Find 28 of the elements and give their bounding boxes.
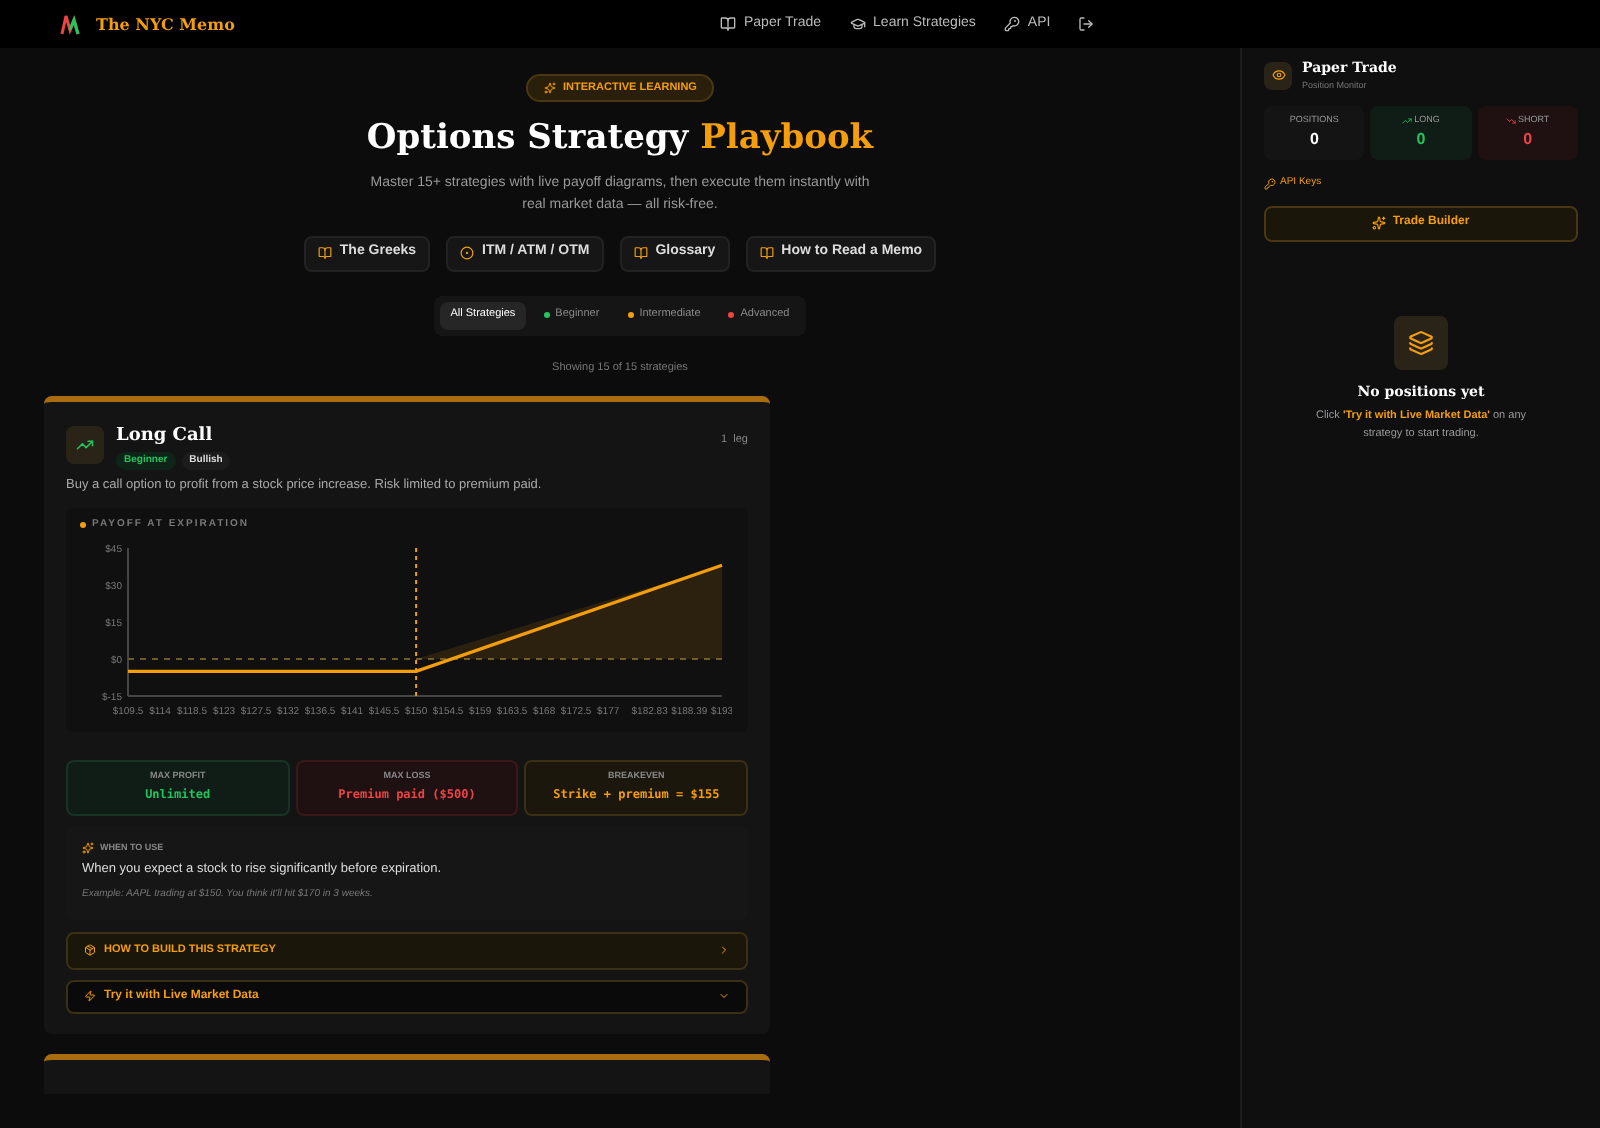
trend-icon xyxy=(1402,116,1413,127)
book-icon xyxy=(317,246,332,260)
brand-name[interactable]: The NYC Memo xyxy=(96,12,235,36)
graduation-cap-icon xyxy=(849,16,866,32)
counter-value: 0 xyxy=(1416,128,1426,153)
sparkles-icon xyxy=(82,841,94,854)
package-icon xyxy=(84,944,96,956)
book-icon xyxy=(720,16,736,32)
strategy-name: Long Call xyxy=(116,425,215,448)
circle-icon xyxy=(460,246,475,260)
logo-icon xyxy=(60,12,80,36)
book-icon xyxy=(759,246,774,260)
key-icon xyxy=(1003,16,1020,32)
book-icon xyxy=(633,246,648,260)
eye-icon xyxy=(1264,61,1292,90)
sparkles-icon xyxy=(543,82,556,94)
logout-icon[interactable] xyxy=(1078,16,1095,32)
counter-value: 0 xyxy=(1523,128,1533,153)
trend-icon xyxy=(66,425,104,464)
chevron-icon xyxy=(718,944,730,956)
trend-icon xyxy=(1505,116,1516,127)
sparkles-icon xyxy=(1372,216,1387,231)
counter-value: 0 xyxy=(1309,128,1319,153)
layers-icon xyxy=(1394,315,1448,370)
key-icon xyxy=(1264,178,1276,190)
chevron-icon xyxy=(718,990,730,1002)
page-title: Options Strategy Playbook xyxy=(366,116,874,162)
lightning-icon xyxy=(84,990,96,1002)
